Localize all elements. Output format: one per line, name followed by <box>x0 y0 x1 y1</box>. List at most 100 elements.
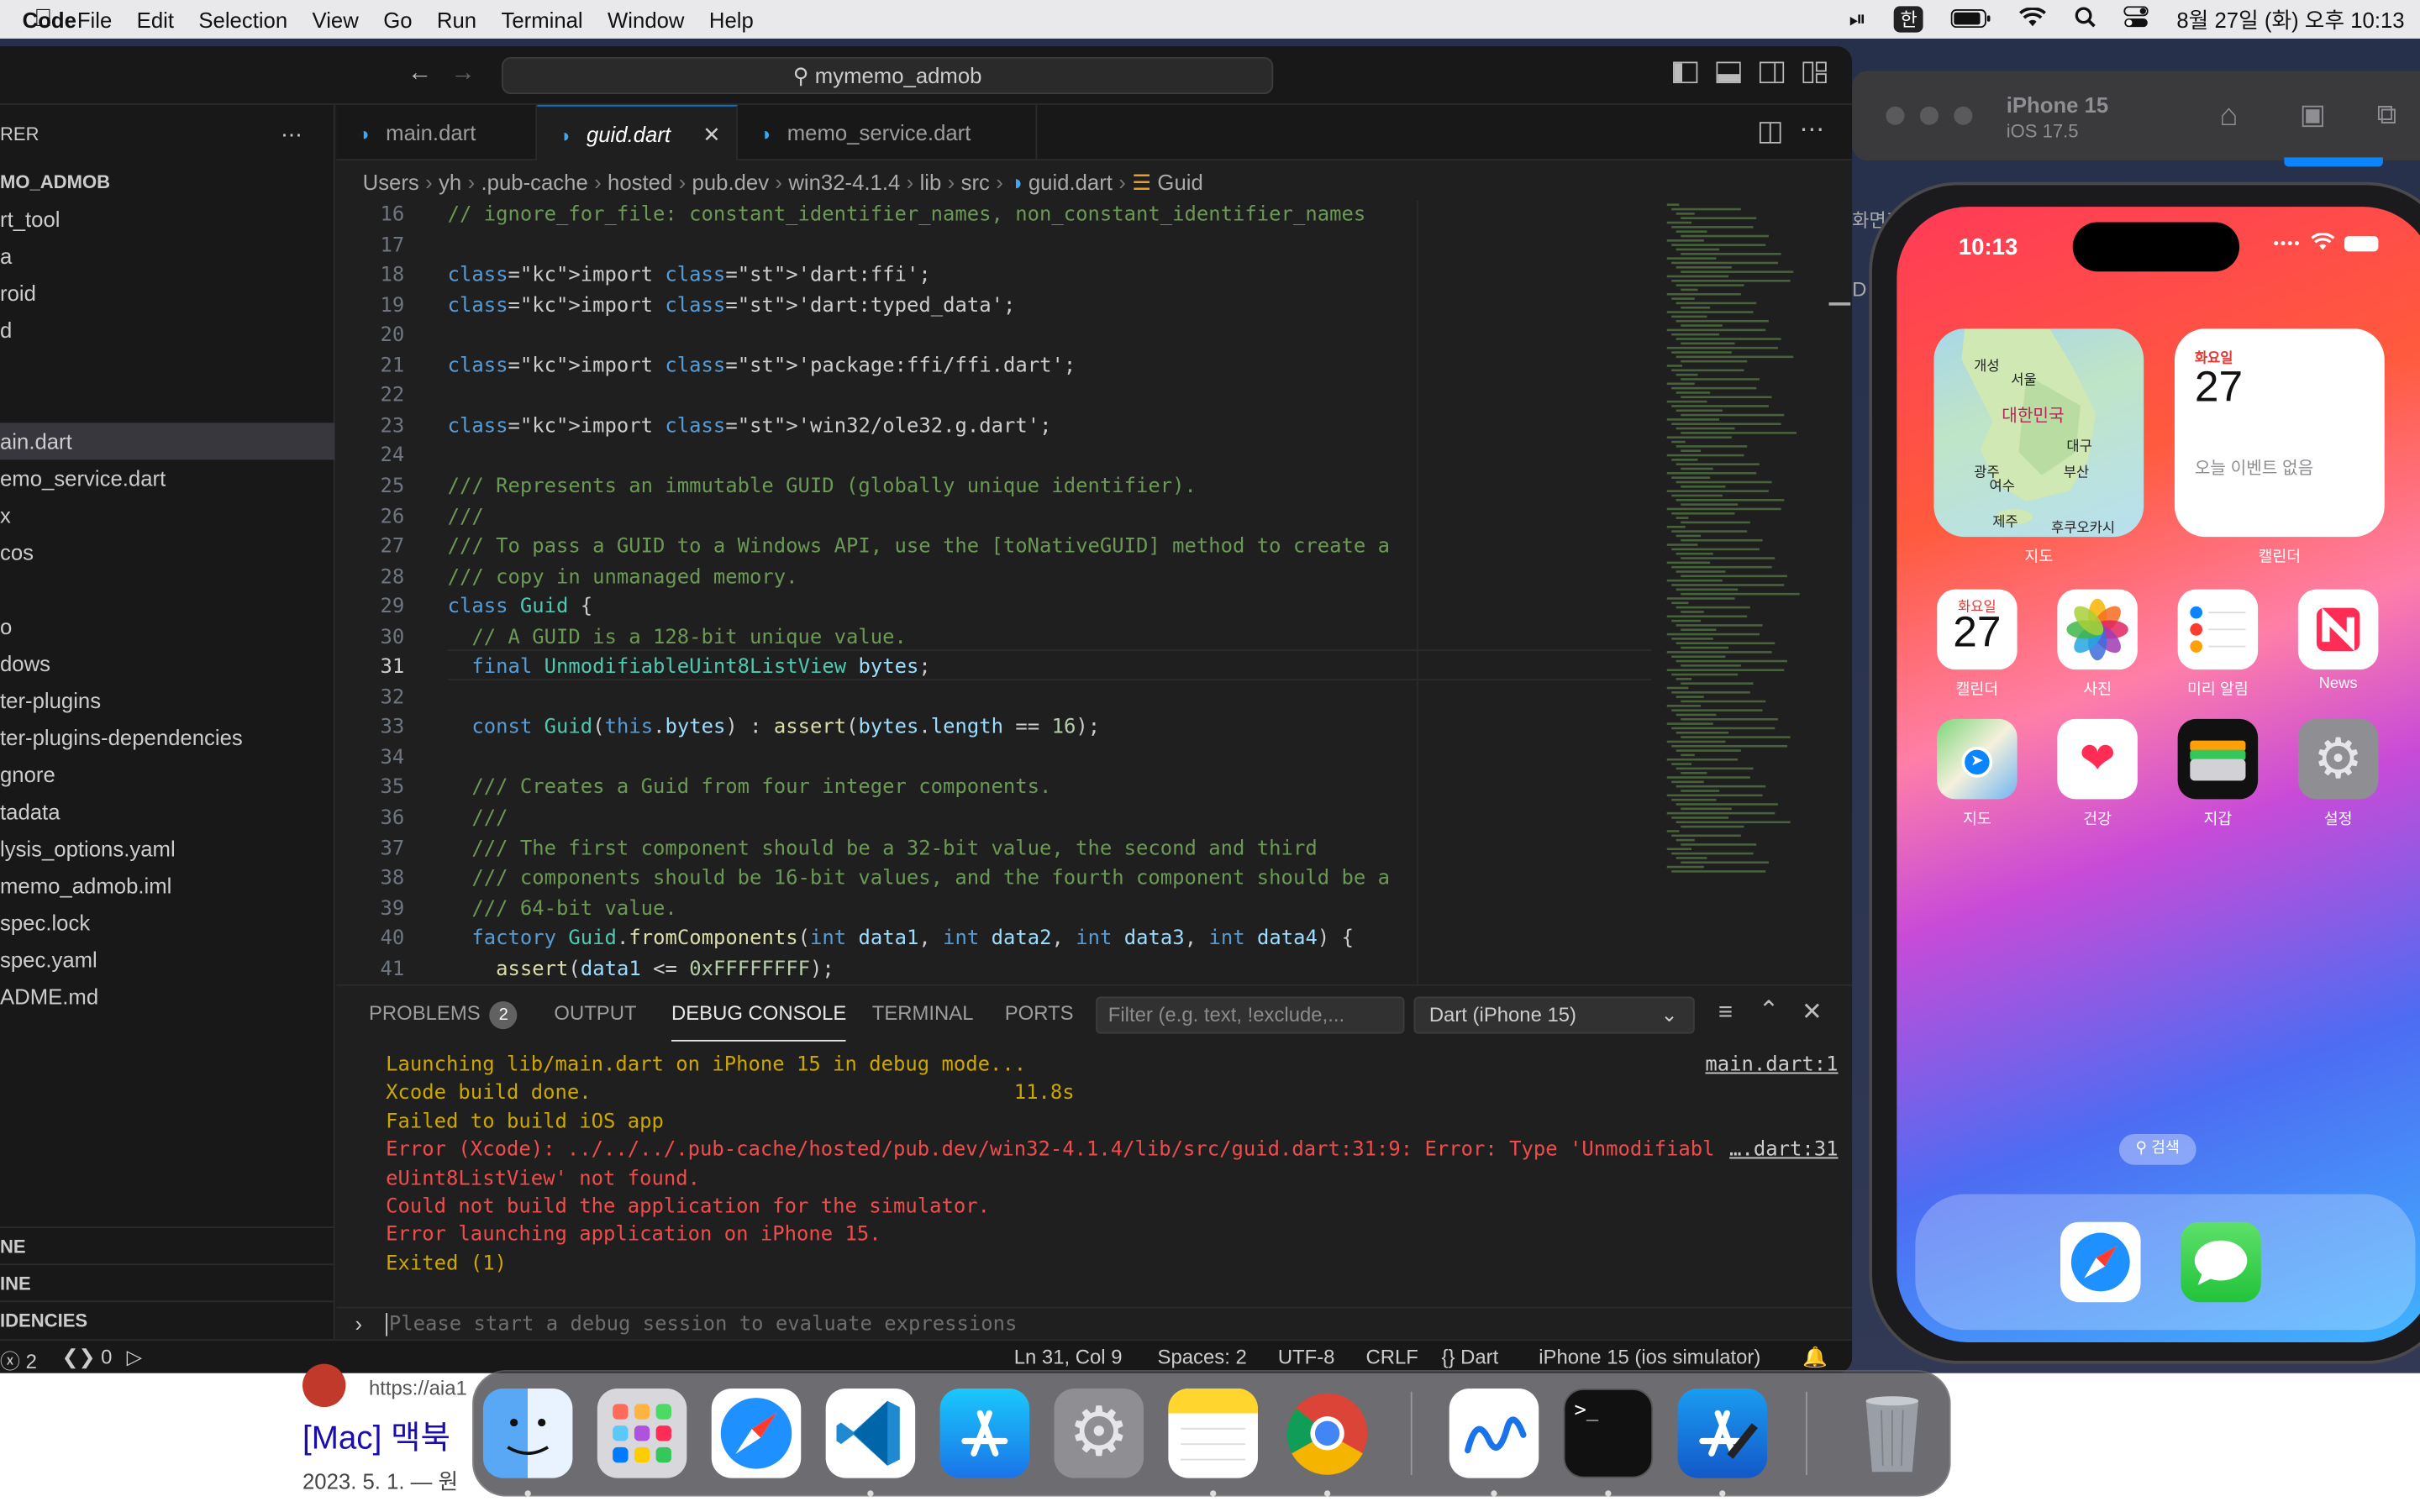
explorer-item[interactable]: spec.yaml <box>0 941 335 978</box>
rotate-icon[interactable]: ⧉ <box>2377 99 2397 132</box>
maximize-panel-icon[interactable]: ⌃ <box>1756 999 1781 1024</box>
breadcrumb-item[interactable]: Guid <box>1157 170 1202 194</box>
code-line[interactable]: /// The first component should be a 32-b… <box>448 837 1317 861</box>
status-ports[interactable]: ❮❯ 0 <box>61 1346 112 1370</box>
code-line[interactable]: /// copy in unmanaged memory. <box>448 565 798 589</box>
more-actions-icon[interactable]: ⋯ <box>281 116 302 153</box>
explorer-item[interactable]: lysis_options.yaml <box>0 830 335 867</box>
tab-memo-service-dart[interactable]: ◑ memo_service.dart <box>738 104 1038 161</box>
status-errors[interactable]: ⓧ 2 <box>0 1346 37 1373</box>
window-minimize-button[interactable] <box>1919 106 1939 125</box>
console-filter-input[interactable]: Filter (e.g. text, !exclude,... <box>1096 996 1405 1034</box>
screenshot-camera-icon[interactable]: ▣ <box>2300 99 2326 132</box>
console-source-link[interactable]: ….dart:31 <box>1729 1139 1838 1163</box>
search-result-url[interactable]: https://aia1 <box>369 1376 467 1399</box>
wifi-icon[interactable] <box>2019 6 2047 31</box>
home-search-pill[interactable]: ⚲ 검색 <box>2118 1134 2196 1165</box>
explorer-item[interactable]: x <box>0 496 335 533</box>
explorer-item[interactable]: ADME.md <box>0 978 335 1015</box>
terminal-dock-icon[interactable]: >_ <box>1563 1389 1654 1478</box>
code-line[interactable]: class Guid { <box>448 596 593 619</box>
code-line[interactable]: /// components should be 16-bit values, … <box>448 867 1390 890</box>
clear-console-icon[interactable]: ≡ <box>1713 1000 1738 1026</box>
explorer-item[interactable]: cos <box>0 534 335 571</box>
explorer-item[interactable]: o <box>0 608 335 645</box>
vscode-dock-icon[interactable] <box>825 1389 916 1478</box>
app-photos[interactable]: 사진 <box>2057 589 2138 699</box>
code-line[interactable]: /// <box>448 506 484 529</box>
code-line[interactable]: assert(data1 <= 0xFFFFFFFF); <box>448 958 834 981</box>
menu-view[interactable]: View <box>300 7 371 31</box>
notes-dock-icon[interactable] <box>1168 1389 1258 1478</box>
spotlight-search-icon[interactable] <box>2075 6 2096 32</box>
app-maps[interactable]: ➤ 지도 <box>1937 718 2018 828</box>
code-line[interactable]: // A GUID is a 128-bit unique value. <box>448 626 907 649</box>
window-zoom-button[interactable] <box>1954 106 1973 125</box>
status-indentation[interactable]: Spaces: 2 <box>1158 1346 1247 1369</box>
menu-run[interactable]: Run <box>424 7 489 31</box>
menu-window[interactable]: Window <box>595 7 697 31</box>
messages-app-icon[interactable] <box>2181 1221 2261 1303</box>
status-cursor-position[interactable]: Ln 31, Col 9 <box>1014 1346 1123 1369</box>
notifications-bell-icon[interactable]: 🔔 <box>1802 1346 1828 1370</box>
menu-selection[interactable]: Selection <box>187 7 300 31</box>
customize-layout-icon[interactable] <box>1802 61 1827 86</box>
launchpad-dock-icon[interactable] <box>597 1389 687 1478</box>
code-line[interactable]: /// <box>448 807 508 831</box>
menu-app[interactable]: Code <box>9 7 90 31</box>
status-encoding[interactable]: UTF-8 <box>1278 1346 1335 1369</box>
explorer-item[interactable]: ter-plugins-dependencies <box>0 719 335 756</box>
code-line[interactable]: class="kc">import class="st">'win32/ole3… <box>448 415 1052 438</box>
battery-icon[interactable] <box>1951 7 1991 31</box>
minimap[interactable] <box>1666 201 1837 879</box>
project-folder[interactable]: MO_ADMOB <box>0 164 110 201</box>
back-arrow-icon[interactable]: ← <box>408 61 432 86</box>
home-icon[interactable]: ⌂ <box>2219 99 2238 134</box>
breadcrumb-item[interactable]: yh <box>439 170 461 194</box>
app-news[interactable]: News <box>2297 589 2379 693</box>
app-health[interactable]: ❤ 건강 <box>2057 718 2138 828</box>
status-device[interactable]: iPhone 15 (ios simulator) <box>1539 1346 1760 1369</box>
toggle-primary-sidebar-icon[interactable] <box>1673 61 1698 86</box>
explorer-item[interactable] <box>0 349 335 386</box>
explorer-item[interactable]: d <box>0 312 335 349</box>
calendar-widget[interactable]: 화요일 27 오늘 이벤트 없음 <box>2174 328 2385 538</box>
panel-tab-problems[interactable]: PROBLEMS 2 <box>369 986 518 1042</box>
breadcrumb-item[interactable]: .pub-cache <box>481 170 588 194</box>
maps-widget[interactable]: 개성 서울 대한민국 대구 광주 부산 여수 제주 후쿠오카시 <box>1933 328 2144 538</box>
safari-dock-icon[interactable] <box>711 1389 802 1478</box>
xcode-dock-icon[interactable] <box>1677 1389 1768 1478</box>
code-line[interactable]: /// To pass a GUID to a Windows API, use… <box>448 535 1390 559</box>
input-method-indicator[interactable]: 한 <box>1894 6 1924 33</box>
code-line[interactable]: /// Represents an immutable GUID (global… <box>448 475 1197 499</box>
debug-session-select[interactable]: Dart (iPhone 15) ⌄ <box>1413 996 1695 1034</box>
tab-main-dart[interactable]: ◑ main.dart <box>336 104 538 161</box>
code-line[interactable]: class="kc">import class="st">'dart:typed… <box>448 294 1016 318</box>
panel-tab-terminal[interactable]: TERMINAL <box>872 986 974 1042</box>
editor-more-actions-icon[interactable]: ⋯ <box>1800 118 1824 143</box>
breadcrumb-item[interactable]: lib <box>920 170 942 194</box>
breadcrumb-item[interactable]: src <box>961 170 990 194</box>
status-language[interactable]: {} Dart <box>1442 1346 1499 1369</box>
close-panel-icon[interactable]: ✕ <box>1800 1000 1824 1026</box>
timeline-section[interactable]: INE <box>0 1263 335 1300</box>
explorer-item[interactable]: roid <box>0 275 335 312</box>
outline-section[interactable]: NE <box>0 1226 335 1263</box>
trash-dock-icon[interactable] <box>1848 1389 1938 1478</box>
panel-tab-ports[interactable]: PORTS <box>1005 986 1074 1042</box>
finder-dock-icon[interactable] <box>482 1389 573 1478</box>
explorer-item[interactable]: gnore <box>0 756 335 793</box>
panel-tab-debug-console[interactable]: DEBUG CONSOLE <box>671 986 847 1042</box>
forward-arrow-icon[interactable]: → <box>450 61 475 86</box>
app-settings[interactable]: ⚙ 설정 <box>2297 718 2379 828</box>
safari-app-icon[interactable] <box>2060 1221 2141 1303</box>
app-store-dock-icon[interactable] <box>939 1389 1030 1478</box>
code-line[interactable]: /// 64-bit value. <box>448 897 676 921</box>
menu-help[interactable]: Help <box>697 7 765 31</box>
console-source-link[interactable]: main.dart:1 <box>1705 1053 1838 1077</box>
code-line[interactable]: const Guid(this.bytes) : assert(bytes.le… <box>448 717 1100 740</box>
explorer-item[interactable]: a <box>0 238 335 275</box>
menu-edit[interactable]: Edit <box>124 7 187 31</box>
system-settings-dock-icon[interactable]: ⚙ <box>1054 1389 1144 1478</box>
menu-terminal[interactable]: Terminal <box>489 7 596 31</box>
